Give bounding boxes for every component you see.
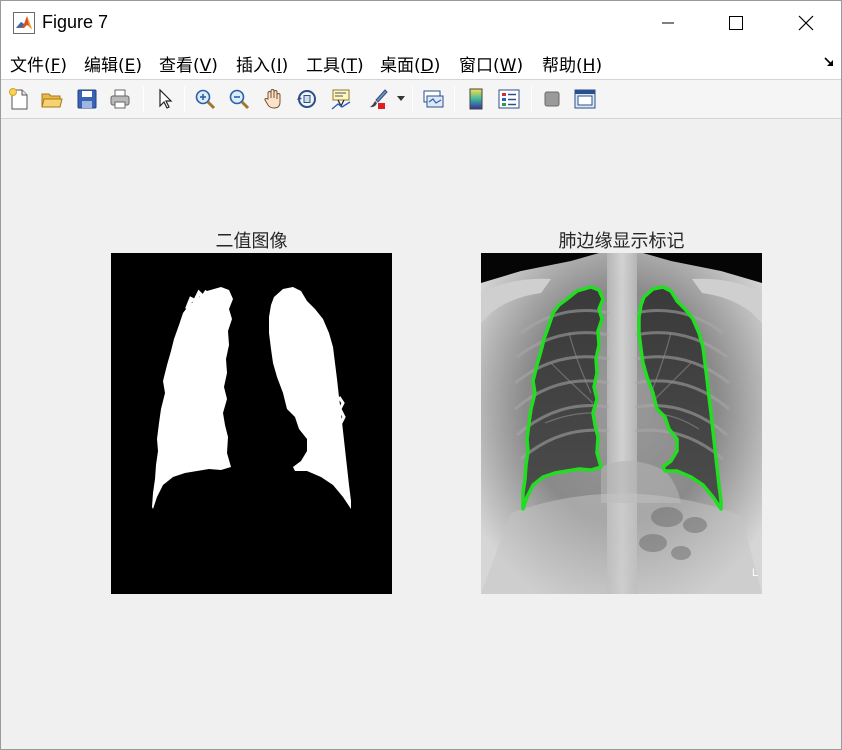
insert-legend-button[interactable] <box>495 85 523 113</box>
menu-file[interactable]: 文件(F) <box>10 51 67 76</box>
save-button[interactable] <box>73 85 101 113</box>
menu-edit[interactable]: 编辑(E) <box>84 51 142 76</box>
menu-insert[interactable]: 插入(I) <box>236 51 288 76</box>
insert-colorbar-button[interactable] <box>462 85 490 113</box>
zoom-out-icon <box>229 89 250 110</box>
toolbar-separator <box>531 86 532 112</box>
minimize-icon <box>662 22 674 24</box>
toolbar-separator <box>454 86 455 112</box>
binary-lung-mask <box>111 253 392 594</box>
new-figure-button[interactable] <box>5 85 33 113</box>
rotate-3d-button[interactable] <box>293 85 321 113</box>
chevron-down-icon <box>397 96 405 101</box>
menu-help[interactable]: 帮助(H) <box>542 51 602 76</box>
window-title: Figure 7 <box>42 12 109 32</box>
show-plot-tools-icon <box>574 89 596 109</box>
legend-icon <box>498 89 520 109</box>
figure-toolbar <box>1 79 841 119</box>
menu-view[interactable]: 查看(V) <box>159 51 218 76</box>
select-arrow-icon <box>159 88 173 109</box>
menu-desktop[interactable]: 桌面(D) <box>380 51 440 76</box>
save-icon <box>77 89 97 109</box>
dock-figure-icon[interactable] <box>823 56 835 68</box>
title-bar[interactable]: Figure 7 <box>1 1 841 45</box>
link-plot-icon <box>423 90 444 108</box>
hide-plot-tools-icon <box>544 91 560 107</box>
brush-button[interactable] <box>363 85 391 113</box>
colorbar-icon <box>469 88 483 110</box>
maximize-button[interactable] <box>713 1 759 45</box>
hide-plot-tools-button[interactable] <box>538 85 566 113</box>
zoom-in-button[interactable] <box>191 85 219 113</box>
minimize-button[interactable] <box>645 1 691 45</box>
print-icon <box>110 89 130 109</box>
show-plot-tools-button[interactable] <box>571 85 599 113</box>
figure-canvas[interactable]: 二值图像 肺边缘显示标记 L <box>1 119 841 749</box>
chest-xray-image <box>481 253 762 594</box>
toolbar-separator <box>143 86 144 112</box>
toolbar-separator <box>184 86 185 112</box>
toolbar-separator <box>412 86 413 112</box>
new-figure-icon <box>9 88 28 110</box>
rotate-3d-icon <box>297 90 316 108</box>
open-file-button[interactable] <box>38 85 66 113</box>
menu-window[interactable]: 窗口(W) <box>459 51 523 76</box>
xray-outline-axes[interactable]: L <box>481 253 762 594</box>
data-cursor-icon <box>331 89 351 110</box>
pan-hand-icon <box>264 88 281 109</box>
menu-tools[interactable]: 工具(T) <box>306 51 364 76</box>
maximize-icon <box>729 16 743 30</box>
xray-side-marker: L <box>752 567 759 579</box>
binary-image-axes[interactable] <box>111 253 392 594</box>
pan-button[interactable] <box>259 85 287 113</box>
right-axes-title: 肺边缘显示标记 <box>558 231 685 252</box>
brush-icon <box>370 89 388 109</box>
left-axes-title: 二值图像 <box>215 231 288 252</box>
print-button[interactable] <box>106 85 134 113</box>
data-cursor-button[interactable] <box>327 85 355 113</box>
open-file-icon <box>41 93 63 108</box>
zoom-in-icon <box>195 89 216 110</box>
brush-dropdown[interactable] <box>393 85 409 113</box>
matlab-logo-icon <box>13 12 35 34</box>
close-icon <box>798 15 814 31</box>
figure-window: Figure 7 文件(F) 编辑(E) 查看(V) 插入(I) 工具(T) 桌… <box>0 0 842 750</box>
close-button[interactable] <box>783 1 829 45</box>
link-plot-button[interactable] <box>419 85 447 113</box>
zoom-out-button[interactable] <box>225 85 253 113</box>
edit-plot-button[interactable] <box>151 85 179 113</box>
menu-bar: 文件(F) 编辑(E) 查看(V) 插入(I) 工具(T) 桌面(D) 窗口(W… <box>1 45 841 79</box>
